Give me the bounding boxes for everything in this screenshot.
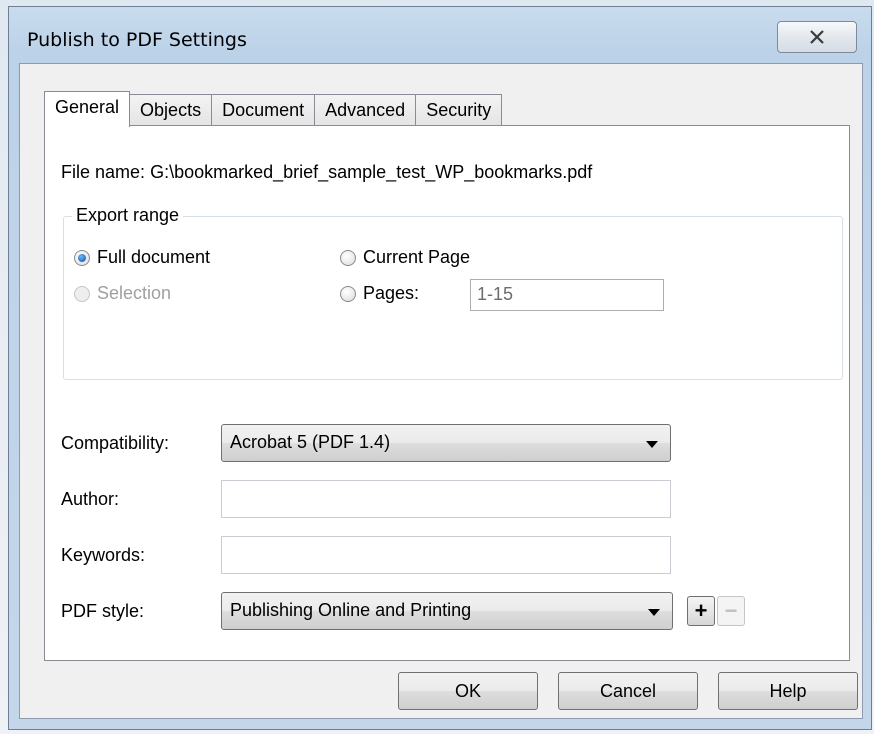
radio-full-document-label: Full document	[97, 247, 211, 267]
help-button[interactable]: Help	[718, 672, 858, 710]
general-tab-panel: File name: G:\bookmarked_brief_sample_te…	[44, 125, 850, 661]
keywords-label: Keywords:	[61, 545, 146, 565]
add-style-button[interactable]: +	[687, 596, 715, 626]
radio-full-document[interactable]: Full document	[74, 247, 210, 268]
file-name-label: File name:	[61, 162, 146, 182]
radio-button-icon	[340, 249, 356, 266]
close-icon	[810, 30, 824, 44]
keywords-input[interactable]	[221, 536, 671, 574]
author-input[interactable]	[221, 480, 671, 518]
pages-range-input[interactable]: 1-15	[470, 279, 664, 311]
compatibility-label: Compatibility:	[61, 433, 170, 453]
radio-selection: Selection	[74, 283, 171, 304]
pdf-style-value: Publishing Online and Printing	[230, 600, 472, 620]
radio-button-icon	[74, 249, 90, 266]
title-bar: Publish to PDF Settings	[9, 7, 871, 57]
tab-objects[interactable]: Objects	[129, 94, 213, 126]
ok-button[interactable]: OK	[398, 672, 538, 710]
radio-current-page[interactable]: Current Page	[340, 247, 470, 268]
pdf-style-label: PDF style:	[61, 601, 145, 621]
tab-strip: General Objects Document Advanced Securi…	[44, 90, 503, 127]
chevron-down-icon	[646, 441, 658, 448]
pdf-style-select[interactable]: Publishing Online and Printing	[221, 592, 673, 630]
remove-style-button: −	[717, 596, 745, 626]
radio-button-icon	[74, 285, 90, 302]
cancel-button[interactable]: Cancel	[558, 672, 698, 710]
tab-advanced[interactable]: Advanced	[314, 94, 417, 126]
dialog-client-area: General Objects Document Advanced Securi…	[19, 63, 863, 719]
close-button[interactable]	[777, 21, 857, 53]
radio-button-icon	[340, 285, 356, 302]
publish-pdf-dialog: Publish to PDF Settings General Objects …	[8, 6, 872, 730]
chevron-down-icon	[648, 609, 660, 616]
file-name-value: G:\bookmarked_brief_sample_test_WP_bookm…	[150, 162, 593, 182]
export-range-group: Export range Full document Selection Cur…	[63, 205, 843, 380]
radio-current-page-label: Current Page	[363, 247, 471, 267]
compatibility-value: Acrobat 5 (PDF 1.4)	[230, 432, 391, 452]
radio-pages[interactable]: Pages:	[340, 283, 419, 304]
author-label: Author:	[61, 489, 120, 509]
dialog-title: Publish to PDF Settings	[27, 29, 247, 51]
radio-pages-label: Pages:	[363, 283, 420, 303]
tab-document[interactable]: Document	[211, 94, 316, 126]
tab-general[interactable]: General	[44, 91, 131, 127]
radio-selection-label: Selection	[97, 283, 172, 303]
tab-security[interactable]: Security	[415, 94, 503, 126]
file-name-row: File name: G:\bookmarked_brief_sample_te…	[61, 162, 592, 183]
export-range-legend: Export range	[72, 205, 184, 226]
compatibility-select[interactable]: Acrobat 5 (PDF 1.4)	[221, 424, 671, 462]
